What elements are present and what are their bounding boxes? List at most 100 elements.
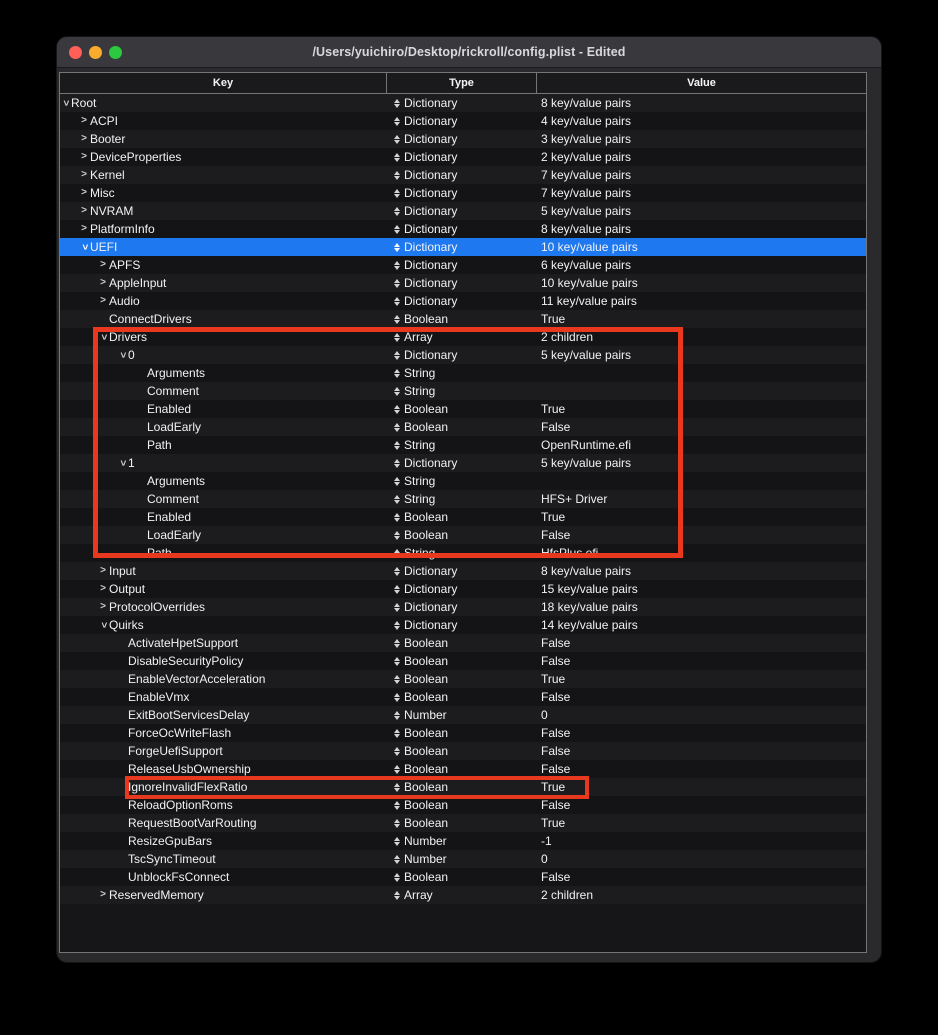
table-row[interactable]: ReloadOptionRoms Boolean False	[60, 796, 866, 814]
value-cell[interactable]: 2 children	[537, 330, 866, 344]
chevron-down-icon[interactable]	[118, 350, 126, 360]
type-cell[interactable]: String	[387, 546, 537, 560]
type-cell[interactable]: Dictionary	[387, 600, 537, 614]
type-cell[interactable]: Dictionary	[387, 168, 537, 182]
chevron-right-icon[interactable]	[80, 134, 88, 144]
table-row[interactable]: RequestBootVarRouting Boolean True	[60, 814, 866, 832]
value-cell[interactable]: 4 key/value pairs	[537, 114, 866, 128]
table-row[interactable]: IgnoreInvalidFlexRatio Boolean True	[60, 778, 866, 796]
value-cell[interactable]: 15 key/value pairs	[537, 582, 866, 596]
type-cell[interactable]: Boolean	[387, 528, 537, 542]
chevron-right-icon[interactable]	[80, 152, 88, 162]
type-cell[interactable]: Dictionary	[387, 150, 537, 164]
value-cell[interactable]: 7 key/value pairs	[537, 168, 866, 182]
table-row[interactable]: Output Dictionary 15 key/value pairs	[60, 580, 866, 598]
value-cell[interactable]: False	[537, 798, 866, 812]
type-cell[interactable]: Dictionary	[387, 564, 537, 578]
table-row[interactable]: ACPI Dictionary 4 key/value pairs	[60, 112, 866, 130]
table-row[interactable]: Quirks Dictionary 14 key/value pairs	[60, 616, 866, 634]
table-row[interactable]: EnableVectorAcceleration Boolean True	[60, 670, 866, 688]
type-cell[interactable]: Dictionary	[387, 294, 537, 308]
value-cell[interactable]: 14 key/value pairs	[537, 618, 866, 632]
value-cell[interactable]: 2 children	[537, 888, 866, 902]
chevron-down-icon[interactable]	[118, 458, 126, 468]
value-cell[interactable]: False	[537, 870, 866, 884]
value-cell[interactable]: 2 key/value pairs	[537, 150, 866, 164]
type-cell[interactable]: String	[387, 438, 537, 452]
table-row[interactable]: Comment String HFS+ Driver	[60, 490, 866, 508]
column-header-type[interactable]: Type	[387, 73, 537, 93]
table-row[interactable]: LoadEarly Boolean False	[60, 526, 866, 544]
type-cell[interactable]: Dictionary	[387, 240, 537, 254]
chevron-right-icon[interactable]	[99, 296, 107, 306]
value-cell[interactable]: False	[537, 528, 866, 542]
type-cell[interactable]: Dictionary	[387, 348, 537, 362]
table-row[interactable]: Path String HfsPlus.efi	[60, 544, 866, 562]
type-cell[interactable]: Boolean	[387, 672, 537, 686]
value-cell[interactable]: False	[537, 654, 866, 668]
table-row[interactable]: AppleInput Dictionary 10 key/value pairs	[60, 274, 866, 292]
value-cell[interactable]: 6 key/value pairs	[537, 258, 866, 272]
table-row[interactable]: Path String OpenRuntime.efi	[60, 436, 866, 454]
type-cell[interactable]: Boolean	[387, 420, 537, 434]
type-cell[interactable]: Dictionary	[387, 456, 537, 470]
type-cell[interactable]: Dictionary	[387, 186, 537, 200]
value-cell[interactable]: True	[537, 816, 866, 830]
value-cell[interactable]: OpenRuntime.efi	[537, 438, 866, 452]
chevron-right-icon[interactable]	[80, 224, 88, 234]
chevron-right-icon[interactable]	[80, 188, 88, 198]
value-cell[interactable]: 18 key/value pairs	[537, 600, 866, 614]
chevron-right-icon[interactable]	[99, 602, 107, 612]
type-cell[interactable]: Boolean	[387, 312, 537, 326]
type-cell[interactable]: Dictionary	[387, 276, 537, 290]
value-cell[interactable]: False	[537, 762, 866, 776]
type-cell[interactable]: Boolean	[387, 762, 537, 776]
type-cell[interactable]: Number	[387, 852, 537, 866]
type-cell[interactable]: Boolean	[387, 654, 537, 668]
column-header-key[interactable]: Key	[60, 73, 387, 93]
table-row[interactable]: Comment String	[60, 382, 866, 400]
table-row[interactable]: DeviceProperties Dictionary 2 key/value …	[60, 148, 866, 166]
type-cell[interactable]: String	[387, 492, 537, 506]
type-cell[interactable]: Dictionary	[387, 222, 537, 236]
chevron-down-icon[interactable]	[99, 332, 107, 342]
table-row[interactable]: ExitBootServicesDelay Number 0	[60, 706, 866, 724]
type-cell[interactable]: Boolean	[387, 510, 537, 524]
table-row[interactable]: Arguments String	[60, 364, 866, 382]
value-cell[interactable]: 5 key/value pairs	[537, 348, 866, 362]
close-button[interactable]	[69, 46, 82, 59]
type-cell[interactable]: Number	[387, 834, 537, 848]
type-cell[interactable]: Boolean	[387, 798, 537, 812]
type-cell[interactable]: Boolean	[387, 726, 537, 740]
type-cell[interactable]: Array	[387, 330, 537, 344]
table-row[interactable]: Root Dictionary 8 key/value pairs	[60, 94, 866, 112]
table-row[interactable]: Input Dictionary 8 key/value pairs	[60, 562, 866, 580]
chevron-right-icon[interactable]	[99, 584, 107, 594]
value-cell[interactable]: 11 key/value pairs	[537, 294, 866, 308]
chevron-right-icon[interactable]	[80, 206, 88, 216]
table-row[interactable]: EnableVmx Boolean False	[60, 688, 866, 706]
type-cell[interactable]: Number	[387, 708, 537, 722]
chevron-down-icon[interactable]	[80, 242, 88, 252]
type-cell[interactable]: Array	[387, 888, 537, 902]
value-cell[interactable]: -1	[537, 834, 866, 848]
zoom-button[interactable]	[109, 46, 122, 59]
chevron-down-icon[interactable]	[99, 620, 107, 630]
table-row[interactable]: LoadEarly Boolean False	[60, 418, 866, 436]
table-row[interactable]: NVRAM Dictionary 5 key/value pairs	[60, 202, 866, 220]
table-row[interactable]: Enabled Boolean True	[60, 400, 866, 418]
value-cell[interactable]: True	[537, 510, 866, 524]
value-cell[interactable]: False	[537, 636, 866, 650]
table-row[interactable]: Booter Dictionary 3 key/value pairs	[60, 130, 866, 148]
chevron-right-icon[interactable]	[80, 170, 88, 180]
chevron-right-icon[interactable]	[99, 260, 107, 270]
type-cell[interactable]: Boolean	[387, 816, 537, 830]
table-row[interactable]: PlatformInfo Dictionary 8 key/value pair…	[60, 220, 866, 238]
chevron-right-icon[interactable]	[99, 566, 107, 576]
type-cell[interactable]: Dictionary	[387, 204, 537, 218]
table-row[interactable]: Arguments String	[60, 472, 866, 490]
type-cell[interactable]: Boolean	[387, 744, 537, 758]
type-cell[interactable]: Dictionary	[387, 258, 537, 272]
table-row[interactable]: ActivateHpetSupport Boolean False	[60, 634, 866, 652]
type-cell[interactable]: Boolean	[387, 870, 537, 884]
